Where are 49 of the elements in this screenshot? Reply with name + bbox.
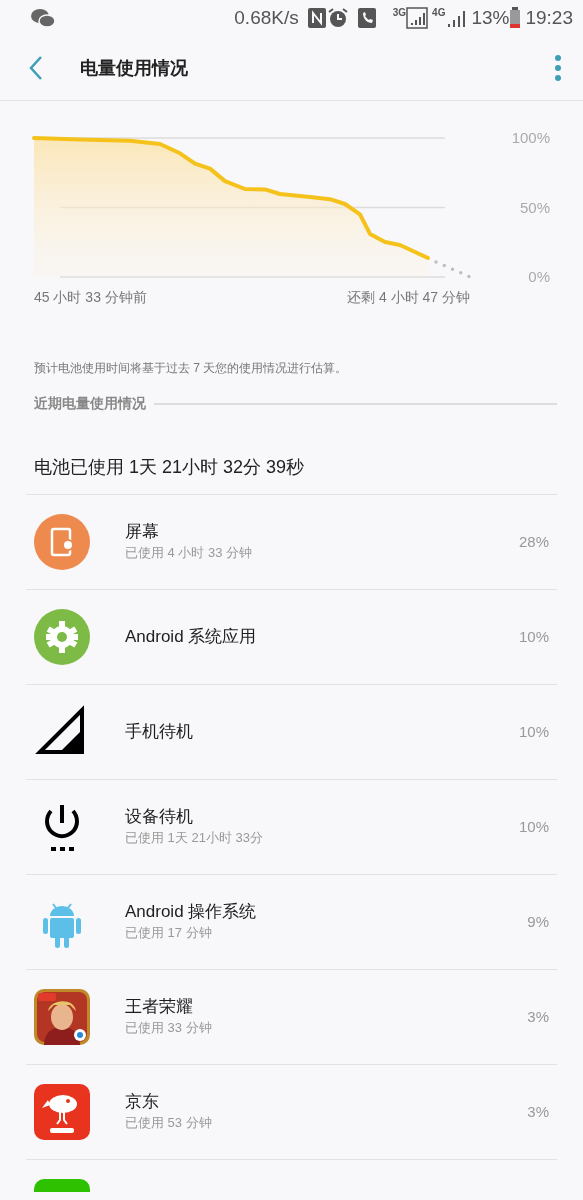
usage-time: 已使用 33 分钟: [125, 1019, 213, 1038]
app-name: Android 系统应用: [125, 625, 258, 648]
usage-percent: 3%: [527, 1006, 549, 1027]
usage-percent: 10%: [518, 816, 549, 837]
app-name: 京东: [125, 1091, 160, 1114]
battery-icon: [509, 7, 522, 29]
app-usage-row[interactable]: 京东 已使用 53 分钟 3%: [26, 1065, 557, 1160]
more-icon[interactable]: [553, 53, 563, 83]
usage-time: 已使用 4 小时 33 分钟: [125, 544, 254, 563]
usage-percent: 10%: [518, 721, 549, 742]
usage-time: 已使用 1天 21小时 33分: [125, 829, 264, 848]
alarm-icon: [326, 7, 349, 29]
signal-icon: [406, 7, 429, 29]
phone-icon: [356, 7, 377, 29]
axis-label: 还剩 4 小时 47 分钟: [347, 288, 470, 307]
app-name: Android 操作系统: [125, 901, 258, 924]
nfc-icon: [306, 7, 327, 29]
usage-time: 已使用 17 分钟: [125, 924, 213, 943]
usage-percent: 28%: [518, 531, 549, 552]
app-usage-row[interactable]: Android 系统应用 10%: [26, 590, 557, 685]
network-type: 3G: [392, 8, 407, 18]
usage-time: 已使用 53 分钟: [125, 1114, 213, 1133]
screen-brightness-icon: [34, 514, 90, 570]
axis-label: 100%: [511, 129, 550, 146]
screen-title: 电量使用情况: [80, 56, 189, 80]
app-usage-row[interactable]: 王者荣耀 已使用 33 分钟 3%: [26, 970, 557, 1065]
app-name: 王者荣耀: [125, 996, 194, 1019]
battery-percent: 13%: [471, 5, 510, 30]
app-usage-row[interactable]: Android 操作系统 已使用 17 分钟 9%: [26, 875, 557, 970]
app-name: 屏幕: [125, 521, 160, 544]
clock: 19:23: [525, 5, 573, 30]
app-usage-row[interactable]: 屏幕 已使用 4 小时 33 分钟 28%: [26, 495, 557, 590]
usage-percent: 9%: [527, 911, 549, 932]
app-name: 手机待机: [125, 720, 194, 743]
chat-icon: [30, 8, 56, 28]
axis-label: 0%: [528, 268, 550, 285]
info-text: 预计电池使用时间将基于过去 7 天您的使用情况进行估算。: [34, 360, 349, 377]
axis-label: 50%: [519, 198, 550, 216]
axis-label: 45 小时 33 分钟前: [34, 288, 147, 307]
network-type: 4G: [432, 8, 446, 18]
app-usage-row[interactable]: 设备待机 已使用 1天 21小时 33分 10%: [26, 780, 557, 875]
app-name: 设备待机: [125, 806, 194, 829]
usage-percent: 10%: [518, 626, 549, 647]
battery-usage-summary: 电池已使用 1天 21小时 32分 39秒: [34, 456, 306, 479]
gear-icon: [34, 609, 90, 665]
section-header: 近期电量使用情况: [34, 394, 146, 413]
app-usage-row[interactable]: 手机待机 10%: [26, 685, 557, 780]
usage-percent: 3%: [527, 1101, 549, 1122]
network-speed: 0.68K/s: [234, 5, 299, 30]
